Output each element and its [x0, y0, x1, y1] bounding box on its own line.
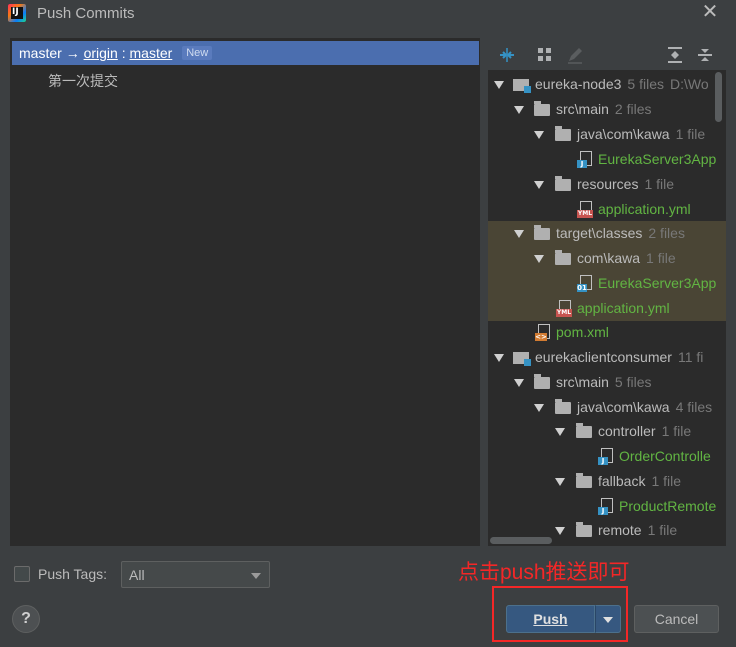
chevron-down-icon[interactable] — [494, 354, 504, 362]
window-title: Push Commits — [37, 5, 135, 22]
chevron-down-icon[interactable] — [514, 106, 524, 114]
annotation-text: 点击push推送即可 — [458, 561, 630, 584]
push-button[interactable]: Push — [506, 605, 595, 633]
chevron-down-icon[interactable] — [555, 428, 565, 436]
folder-icon — [534, 225, 550, 240]
cancel-button[interactable]: Cancel — [634, 605, 719, 633]
new-badge: New — [182, 46, 213, 60]
tree-row[interactable]: YML application.yml — [488, 197, 726, 222]
chevron-down-icon[interactable] — [555, 527, 565, 535]
local-branch: master — [19, 45, 62, 61]
folder-icon — [534, 101, 550, 116]
tree-row[interactable]: eurekaclientconsumer 11 fi — [488, 345, 726, 370]
tree-row[interactable]: J EurekaServer3App — [488, 147, 726, 172]
remote-branch-link[interactable]: master — [130, 45, 173, 61]
chevron-down-icon[interactable] — [514, 379, 524, 387]
folder-icon — [576, 522, 592, 537]
files-toolbar — [488, 38, 726, 70]
push-tags-label: Push Tags: — [38, 566, 108, 582]
changed-files-panel: eureka-node3 5 files D:\Wo src\main 2 files… — [488, 38, 726, 546]
folder-icon — [576, 423, 592, 438]
folder-icon — [555, 250, 571, 265]
chevron-down-icon[interactable] — [534, 255, 544, 263]
java-file-icon: J — [598, 498, 614, 515]
remote-link[interactable]: origin — [84, 45, 118, 61]
tree-row[interactable]: YML application.yml — [488, 296, 726, 321]
branch-row[interactable]: master → origin : master New — [12, 41, 479, 65]
tree-row[interactable]: J ProductRemote — [488, 494, 726, 519]
tags-select-value: All — [129, 567, 145, 583]
tree-row[interactable]: fallback 1 file — [488, 469, 726, 494]
chevron-down-icon[interactable] — [534, 181, 544, 189]
help-button[interactable]: ? — [12, 605, 40, 633]
separator: : — [121, 45, 126, 61]
push-tags-checkbox[interactable] — [14, 566, 30, 582]
commit-item[interactable]: 第一次提交 — [48, 71, 118, 91]
tree-row[interactable]: controller 1 file — [488, 419, 726, 444]
expand-collapse-icon[interactable] — [498, 46, 516, 64]
class-file-icon: 01 — [577, 275, 593, 292]
module-icon — [513, 79, 531, 93]
folder-icon — [555, 399, 571, 414]
tree-row[interactable]: resources 1 file — [488, 172, 726, 197]
files-tree[interactable]: eureka-node3 5 files D:\Wo src\main 2 files… — [488, 70, 726, 546]
collapse-all-icon[interactable] — [696, 46, 714, 64]
chevron-down-icon[interactable] — [555, 478, 565, 486]
chevron-down-icon[interactable] — [534, 404, 544, 412]
folder-icon — [555, 126, 571, 141]
module-icon — [513, 352, 531, 366]
tree-row[interactable]: src\main 5 files — [488, 370, 726, 395]
horizontal-scrollbar[interactable] — [490, 537, 552, 544]
tree-row[interactable]: target\classes 2 files — [488, 221, 726, 246]
tree-row[interactable]: java\com\kawa 4 files — [488, 395, 726, 420]
xml-file-icon: <> — [535, 324, 551, 341]
yml-file-icon: YML — [556, 300, 572, 317]
yml-file-icon: YML — [577, 201, 593, 218]
chevron-down-icon[interactable] — [514, 230, 524, 238]
title-bar: IJ Push Commits ✕ — [0, 0, 736, 28]
java-file-icon: J — [577, 151, 593, 168]
folder-icon — [534, 374, 550, 389]
commits-panel: master → origin : master New 第一次提交 — [10, 38, 480, 546]
tree-row[interactable]: J OrderControlle — [488, 444, 726, 469]
arrow: → — [65, 45, 80, 61]
push-dropdown-button[interactable] — [595, 605, 621, 633]
close-icon[interactable]: ✕ — [701, 2, 719, 22]
tree-row[interactable]: java\com\kawa 1 file — [488, 122, 726, 147]
folder-icon — [576, 473, 592, 488]
chevron-down-icon[interactable] — [494, 81, 504, 89]
tree-row[interactable]: eureka-node3 5 files D:\Wo — [488, 72, 726, 97]
tree-row[interactable]: 01 EurekaServer3App — [488, 271, 726, 296]
tree-row[interactable]: src\main 2 files — [488, 97, 726, 122]
chevron-down-icon — [251, 573, 261, 579]
tree-row[interactable]: <> pom.xml — [488, 320, 726, 345]
expand-all-icon[interactable] — [666, 46, 684, 64]
group-by-icon[interactable] — [536, 46, 554, 64]
intellij-idea-icon: IJ — [8, 4, 26, 22]
vertical-scrollbar[interactable] — [715, 72, 722, 122]
tags-select[interactable]: All — [121, 561, 270, 588]
java-file-icon: J — [598, 448, 614, 465]
edit-icon — [568, 48, 582, 64]
chevron-down-icon[interactable] — [534, 131, 544, 139]
tree-row[interactable]: com\kawa 1 file — [488, 246, 726, 271]
folder-icon — [555, 176, 571, 191]
